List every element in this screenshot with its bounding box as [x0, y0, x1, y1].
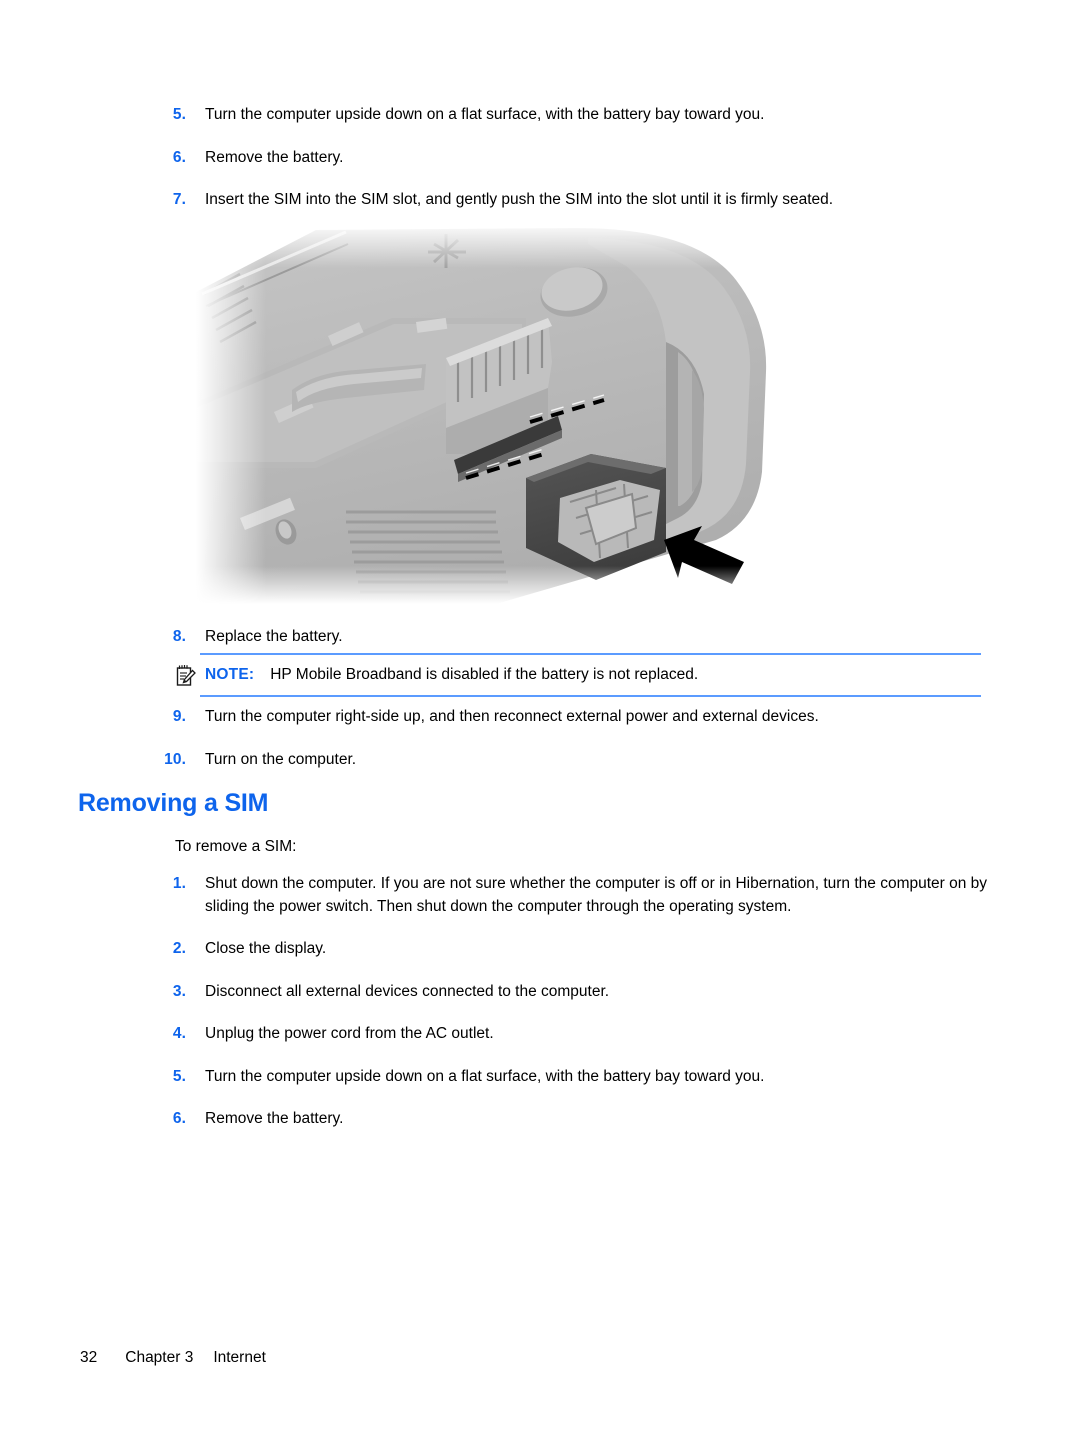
list-item-text: Replace the battery.: [205, 628, 343, 645]
note-callout: NOTE: HP Mobile Broadband is disabled if …: [0, 653, 1080, 697]
list-item: 7. Insert the SIM into the SIM slot, and…: [0, 189, 1080, 212]
list-item-number: 9.: [172, 708, 186, 725]
list-item: 3. Disconnect all external devices conne…: [0, 981, 1080, 1004]
list-item-number: 1.: [172, 875, 186, 892]
list-item-text: Close the display.: [205, 940, 327, 957]
list-item-number: 10.: [164, 750, 186, 768]
page-title: Removing a SIM: [78, 789, 269, 817]
sim-insertion-illustration: [196, 222, 776, 604]
list-item: 6. Remove the battery.: [0, 147, 1080, 170]
ordered-list-remove-sim: 1. Shut down the computer. If you are no…: [0, 873, 1080, 1151]
list-item-text: Unplug the power cord from the AC outlet…: [205, 1025, 494, 1042]
list-item-number: 5.: [172, 106, 186, 123]
list-item-text: Turn the computer upside down on a flat …: [205, 1067, 765, 1085]
list-item-number: 6.: [172, 1110, 186, 1127]
footer-chapter: Chapter 3: [125, 1349, 194, 1366]
list-item: 6. Remove the battery.: [0, 1108, 1080, 1131]
list-item-number: 8.: [172, 628, 186, 645]
note-text: HP Mobile Broadband is disabled if the b…: [270, 666, 699, 683]
ordered-list-insert-sim: 5. Turn the computer upside down on a fl…: [0, 104, 1080, 232]
list-item-number: 3.: [172, 982, 186, 1000]
list-item-number: 4.: [172, 1025, 186, 1042]
note-rule-top: [200, 653, 981, 655]
list-item-text: Turn on the computer.: [205, 750, 357, 768]
list-item-text: Disconnect all external devices connecte…: [205, 982, 610, 1000]
list-item: 2. Close the display.: [0, 938, 1080, 961]
document-page: 5. Turn the computer upside down on a fl…: [0, 0, 1080, 1437]
list-item-text: Insert the SIM into the SIM slot, and ge…: [205, 191, 834, 208]
list-item-text: Turn the computer right-side up, and the…: [205, 708, 819, 725]
note-label: NOTE:: [205, 666, 255, 683]
footer-page-number: 32: [80, 1349, 98, 1366]
list-item-text: Turn the computer upside down on a flat …: [205, 106, 765, 123]
footer-section: Internet: [213, 1349, 266, 1366]
list-item-number: 5.: [172, 1067, 186, 1085]
list-item: 8. Replace the battery.: [0, 626, 1080, 649]
laptop-sim-slot-figure: [196, 222, 776, 604]
list-item-text: Shut down the computer. If you are not s…: [205, 875, 988, 915]
list-item-text: Remove the battery.: [205, 148, 344, 166]
note-rule-bottom: [200, 695, 981, 697]
ordered-list-insert-tail: 9. Turn the computer right-side up, and …: [0, 706, 1080, 791]
list-item-number: 7.: [172, 191, 186, 208]
section-intro-text: To remove a SIM:: [175, 838, 297, 855]
list-item: 5. Turn the computer upside down on a fl…: [0, 1066, 1080, 1089]
list-item: 4. Unplug the power cord from the AC out…: [0, 1023, 1080, 1046]
list-item-number: 2.: [172, 940, 186, 957]
list-item-number: 6.: [172, 148, 186, 166]
list-item: 5. Turn the computer upside down on a fl…: [0, 104, 1080, 127]
list-item: 9. Turn the computer right-side up, and …: [0, 706, 1080, 729]
list-item-text: Remove the battery.: [205, 1110, 344, 1127]
list-item: 10. Turn on the computer.: [0, 749, 1080, 772]
note-pad-pencil-icon: [175, 664, 196, 687]
page-footer: 32 Chapter 3 Internet: [80, 1349, 266, 1367]
list-item: 1. Shut down the computer. If you are no…: [0, 873, 1080, 918]
note-body: NOTE: HP Mobile Broadband is disabled if …: [205, 663, 698, 687]
